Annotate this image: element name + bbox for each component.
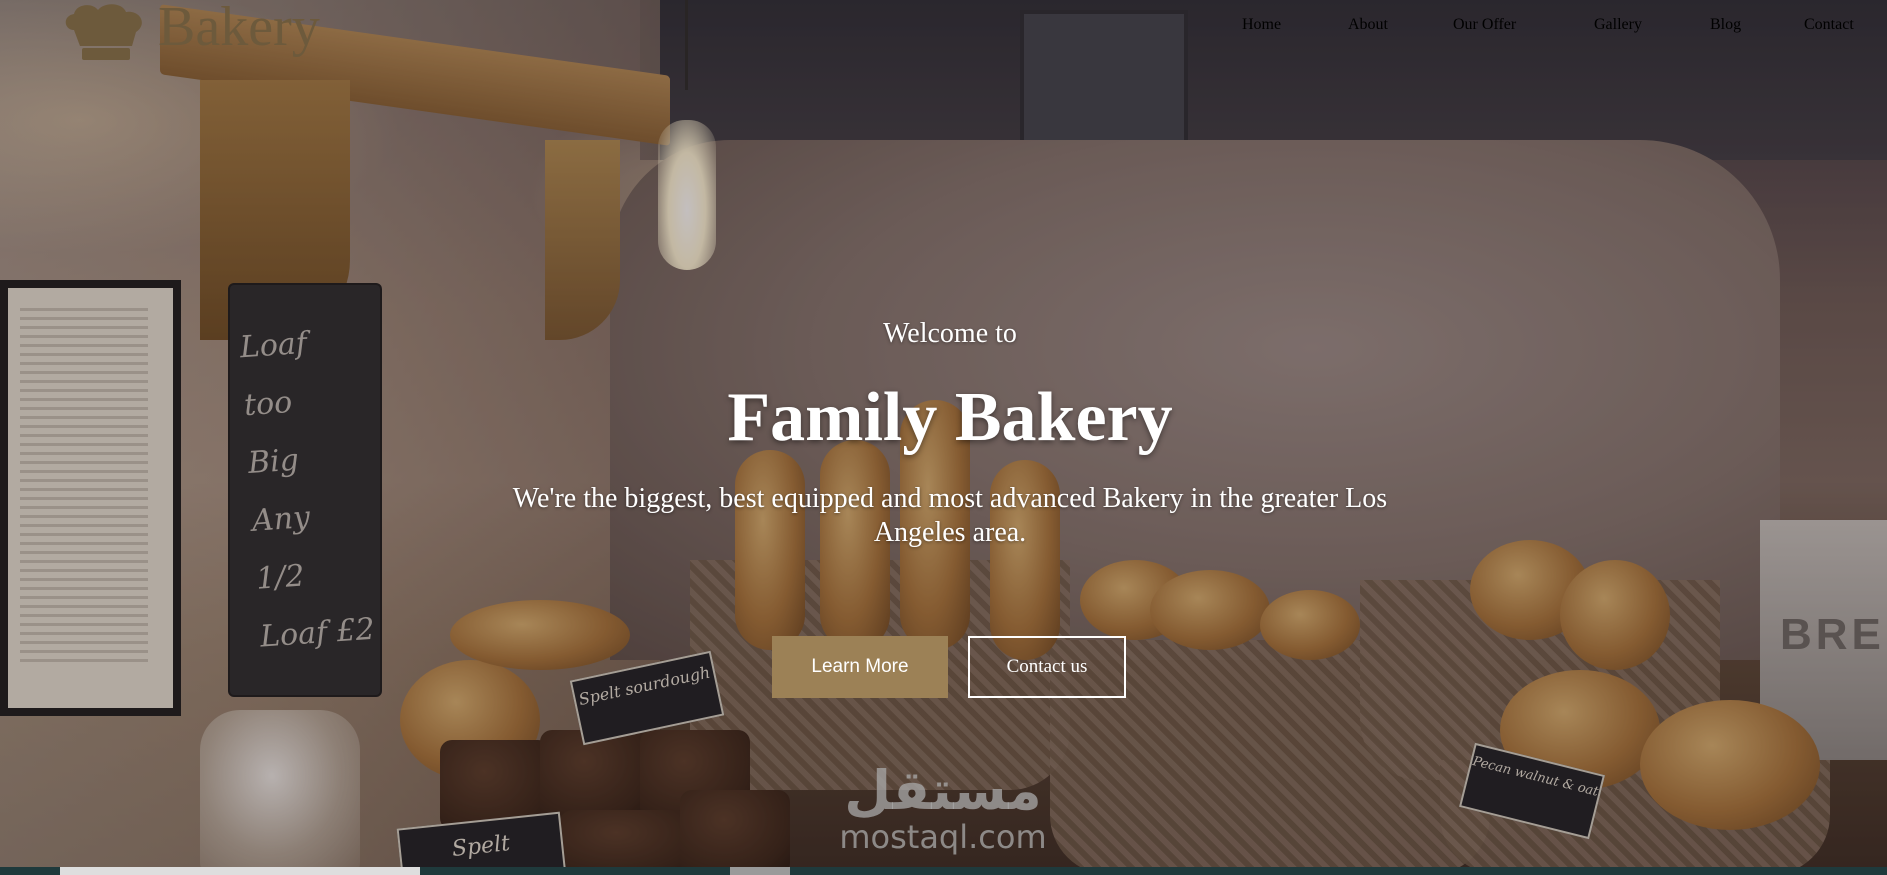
watermark-arabic: مستقل	[844, 759, 1042, 822]
chef-hat-icon	[60, 4, 152, 66]
hero-title: Family Bakery	[727, 379, 1173, 456]
brand-logo[interactable]: Bakery	[60, 0, 320, 70]
hero-welcome: Welcome to	[883, 318, 1017, 349]
learn-more-button[interactable]: Learn More	[772, 636, 948, 698]
contact-us-button[interactable]: Contact us	[968, 636, 1126, 698]
watermark: مستقل mostaql.com	[828, 759, 1058, 856]
bottom-bar-segment	[730, 867, 790, 875]
nav-item-contact[interactable]: Contact	[1804, 16, 1887, 34]
hero-subtitle: We're the biggest, best equipped and mos…	[512, 483, 1388, 548]
hero-section: Loaf too Big Any 1/2 Loaf £2 BRE Spelt s…	[0, 0, 1887, 875]
bottom-bar-segment	[60, 867, 420, 875]
brand-name: Bakery	[158, 0, 320, 58]
watermark-latin: mostaql.com	[839, 818, 1047, 856]
